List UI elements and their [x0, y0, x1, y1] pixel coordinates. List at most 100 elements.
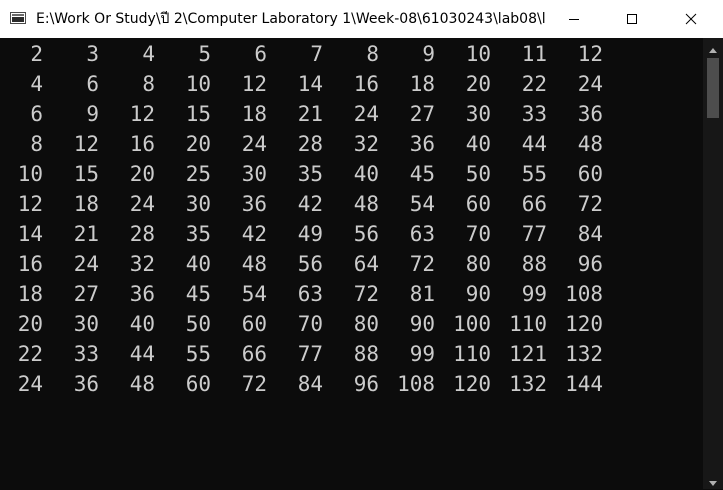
table-cell: 33 — [521, 102, 547, 126]
table-cell: 20 — [465, 72, 491, 96]
title-bar[interactable]: E:\Work Or Study\ปี 2\Computer Laborator… — [0, 0, 723, 38]
table-cell: 60 — [465, 192, 491, 216]
table-cell: 9 — [86, 102, 99, 126]
table-cell: 63 — [297, 282, 323, 306]
table-cell: 18 — [409, 72, 435, 96]
table-cell: 30 — [73, 312, 99, 336]
table-cell: 70 — [297, 312, 323, 336]
scroll-up-arrow-icon — [709, 38, 717, 57]
table-cell: 20 — [129, 162, 155, 186]
table-cell: 45 — [409, 162, 435, 186]
console-line: 6 9 12 15 18 21 24 27 30 33 36 — [0, 99, 620, 129]
table-cell: 30 — [185, 192, 211, 216]
table-cell: 48 — [129, 372, 155, 396]
console-line: 14 21 28 35 42 49 56 63 70 77 84 — [0, 219, 620, 249]
table-cell: 36 — [577, 102, 603, 126]
table-cell: 110 — [509, 312, 547, 336]
table-cell: 10 — [185, 72, 211, 96]
table-cell: 144 — [565, 372, 603, 396]
console-output[interactable]: 2 3 4 5 6 7 8 9 10 11 12 4 6 8 10 12 14 16 18 20 22 24 6 9 12 15 1… — [0, 38, 703, 489]
table-cell: 90 — [409, 312, 435, 336]
table-cell: 90 — [465, 282, 491, 306]
table-cell: 60 — [185, 372, 211, 396]
table-cell: 36 — [129, 282, 155, 306]
table-cell: 55 — [521, 162, 547, 186]
table-cell: 44 — [129, 342, 155, 366]
scroll-up-button[interactable] — [703, 38, 723, 56]
table-cell: 36 — [241, 192, 267, 216]
table-cell: 110 — [453, 342, 491, 366]
table-cell: 20 — [185, 132, 211, 156]
vertical-scrollbar[interactable] — [703, 38, 723, 489]
table-cell: 14 — [17, 222, 43, 246]
table-cell: 120 — [565, 312, 603, 336]
table-cell: 66 — [241, 342, 267, 366]
table-cell: 12 — [129, 102, 155, 126]
table-cell: 30 — [465, 102, 491, 126]
table-cell: 56 — [297, 252, 323, 276]
table-cell: 6 — [30, 102, 43, 126]
table-cell: 10 — [465, 42, 491, 66]
table-cell: 8 — [30, 132, 43, 156]
table-cell: 18 — [241, 102, 267, 126]
table-cell: 7 — [310, 42, 323, 66]
table-cell: 35 — [297, 162, 323, 186]
table-cell: 18 — [17, 282, 43, 306]
table-cell: 44 — [521, 132, 547, 156]
minimize-icon — [568, 13, 580, 25]
table-cell: 36 — [409, 132, 435, 156]
table-cell: 64 — [353, 252, 379, 276]
scrollbar-thumb[interactable] — [707, 58, 719, 118]
console-window-icon[interactable] — [10, 12, 26, 24]
table-cell: 24 — [129, 192, 155, 216]
table-cell: 33 — [73, 342, 99, 366]
table-cell: 4 — [30, 72, 43, 96]
table-cell: 28 — [129, 222, 155, 246]
close-button[interactable] — [668, 0, 714, 38]
table-cell: 24 — [353, 102, 379, 126]
maximize-button[interactable] — [609, 0, 655, 38]
table-cell: 24 — [577, 72, 603, 96]
table-cell: 27 — [409, 102, 435, 126]
table-cell: 21 — [73, 222, 99, 246]
table-cell: 40 — [185, 252, 211, 276]
table-cell: 12 — [17, 192, 43, 216]
console-window: E:\Work Or Study\ปี 2\Computer Laborator… — [0, 0, 723, 489]
scroll-down-button[interactable] — [703, 471, 723, 489]
minimize-button[interactable] — [551, 0, 597, 38]
table-cell: 72 — [577, 192, 603, 216]
table-cell: 22 — [521, 72, 547, 96]
maximize-icon — [626, 13, 638, 25]
table-cell: 96 — [353, 372, 379, 396]
table-cell: 48 — [241, 252, 267, 276]
table-cell: 32 — [129, 252, 155, 276]
table-cell: 24 — [73, 252, 99, 276]
table-cell: 8 — [366, 42, 379, 66]
console-line: 10 15 20 25 30 35 40 45 50 55 60 — [0, 159, 620, 189]
table-cell: 35 — [185, 222, 211, 246]
table-cell: 42 — [297, 192, 323, 216]
table-cell: 120 — [453, 372, 491, 396]
console-line: 12 18 24 30 36 42 48 54 60 66 72 — [0, 189, 620, 219]
table-cell: 96 — [577, 252, 603, 276]
table-cell: 132 — [565, 342, 603, 366]
table-cell: 108 — [397, 372, 435, 396]
table-cell: 18 — [73, 192, 99, 216]
table-cell: 99 — [521, 282, 547, 306]
table-cell: 40 — [353, 162, 379, 186]
table-cell: 14 — [297, 72, 323, 96]
table-cell: 70 — [465, 222, 491, 246]
scroll-down-arrow-icon — [709, 471, 717, 490]
table-cell: 55 — [185, 342, 211, 366]
table-cell: 54 — [241, 282, 267, 306]
table-cell: 63 — [409, 222, 435, 246]
console-line: 22 33 44 55 66 77 88 99 110 121 132 — [0, 339, 620, 369]
table-cell: 24 — [241, 132, 267, 156]
table-cell: 77 — [521, 222, 547, 246]
table-cell: 56 — [353, 222, 379, 246]
table-cell: 72 — [409, 252, 435, 276]
table-cell: 77 — [297, 342, 323, 366]
table-cell: 60 — [577, 162, 603, 186]
table-cell: 84 — [577, 222, 603, 246]
table-cell: 27 — [73, 282, 99, 306]
